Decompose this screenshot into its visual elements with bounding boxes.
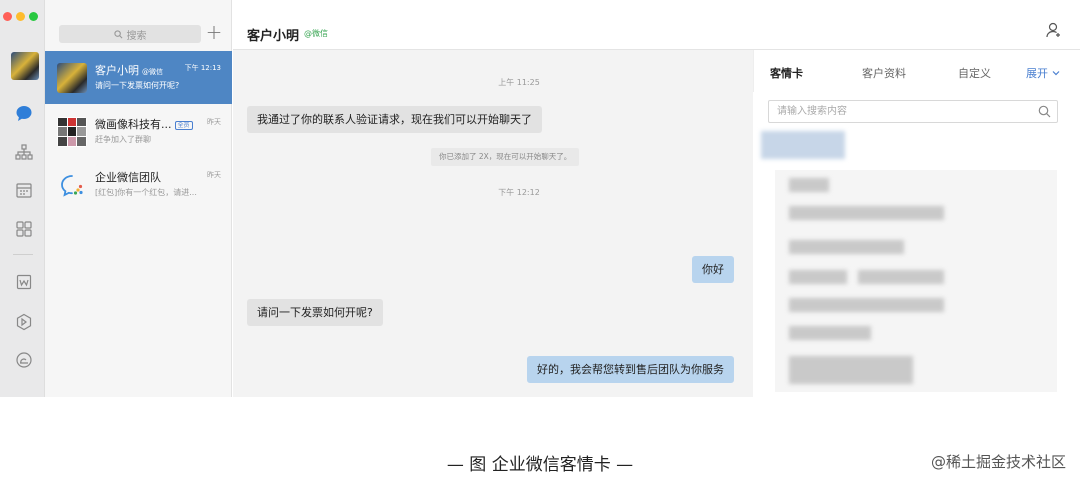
hexagon-icon[interactable] (13, 311, 35, 333)
search-icon[interactable] (1038, 105, 1051, 118)
search-placeholder: 搜索 (126, 30, 147, 42)
wechat-tag: @微信 (304, 29, 328, 38)
panel-search-input[interactable]: 请输入搜索内容 (768, 100, 1058, 123)
org-icon[interactable] (13, 141, 35, 163)
all-members-badge: 全员 (174, 120, 193, 130)
chevron-down-icon (1052, 71, 1059, 76)
window-controls (3, 12, 38, 21)
timestamp: 上午 11:25 (498, 78, 540, 87)
list-item-preview: [红包]你有一个红包，请进... (95, 187, 197, 197)
redacted-line (789, 270, 847, 284)
group-avatar (57, 116, 87, 147)
redacted-line (789, 356, 913, 384)
customer-info-panel: 客情卡 客户资料 自定义 展开 请输入搜索内容 (753, 0, 1080, 397)
apps-icon[interactable] (13, 218, 35, 240)
redacted-line (789, 298, 944, 312)
list-item-time: 昨天 (207, 170, 221, 179)
icon-rail (0, 0, 45, 397)
message-bubble-sent[interactable]: 好的，我会帮您转到售后团队为你服务 (527, 356, 734, 383)
redacted-line (789, 178, 829, 192)
list-item-customer-xiaoming[interactable]: 客户小明 @微信 下午 12:13 请问一下发票如何开呢? (45, 51, 232, 104)
calendar-icon[interactable] (13, 179, 35, 201)
redacted-line (858, 270, 944, 284)
my-avatar[interactable] (11, 52, 39, 80)
profile-icon[interactable] (1046, 22, 1062, 38)
watermark: @稀土掘金技术社区 (930, 453, 1066, 471)
avatar (57, 62, 87, 93)
tab-custom[interactable]: 自定义 (958, 65, 991, 81)
tab-customer-card[interactable]: 客情卡 (770, 65, 803, 81)
list-item-preview: 赶争加入了群聊 (95, 134, 151, 144)
wechat-tag: @微信 (142, 67, 163, 76)
redacted-tag (761, 131, 845, 159)
rail-divider (13, 254, 33, 255)
add-button[interactable]: + (205, 20, 223, 44)
wecom-logo-icon (61, 174, 83, 197)
list-item-name: 企业微信团队 (95, 170, 161, 184)
list-item-preview: 请问一下发票如何开呢? (95, 80, 180, 90)
conversation-list: 搜索 + 客户小明 @微信 下午 12:13 请问一下发票如何开呢? 微画像科技有… (45, 0, 232, 397)
redacted-line (789, 206, 944, 220)
list-item-name: 客户小明 @微信 (95, 63, 163, 77)
list-item-group[interactable]: 微画像科技有... 全员 昨天 赶争加入了群聊 (45, 105, 232, 158)
redacted-line (789, 326, 871, 340)
search-icon (113, 29, 122, 38)
panel-header (753, 0, 1080, 50)
wecom-window: 搜索 + 客户小明 @微信 下午 12:13 请问一下发票如何开呢? 微画像科技有… (0, 0, 1080, 397)
redacted-line (789, 240, 904, 254)
expand-button[interactable]: 展开 (1026, 65, 1060, 81)
tab-customer-profile[interactable]: 客户资料 (862, 65, 906, 81)
search-input[interactable]: 搜索 (59, 25, 201, 43)
chat-header: 客户小明 @微信 (233, 0, 753, 50)
expand-label: 展开 (1026, 67, 1048, 80)
close-window-button[interactable] (3, 12, 12, 21)
list-item-time: 下午 12:13 (184, 63, 221, 72)
figure-caption: — 图 企业微信客情卡 — (446, 455, 634, 475)
message-bubble-received[interactable]: 请问一下发票如何开呢? (247, 299, 383, 326)
list-item-wecom-team[interactable]: 企业微信团队 昨天 [红包]你有一个红包，请进... (45, 158, 232, 211)
panel-tabs: 客情卡 客户资料 自定义 展开 (753, 50, 1080, 92)
chat-title: 客户小明 (247, 29, 300, 44)
list-item-name: 微画像科技有... 全员 (95, 116, 193, 132)
panel-search-placeholder: 请输入搜索内容 (777, 106, 847, 117)
maximize-window-button[interactable] (29, 12, 38, 21)
list-item-time: 昨天 (207, 117, 221, 126)
timestamp: 下午 12:12 (498, 188, 540, 197)
message-bubble-received[interactable]: 我通过了你的联系人验证请求，现在我们可以开始聊天了 (247, 106, 542, 133)
message-bubble-sent[interactable]: 你好 (692, 256, 734, 283)
wecom-team-avatar (57, 170, 87, 200)
chat-icon[interactable] (13, 102, 35, 124)
minimize-window-button[interactable] (16, 12, 25, 21)
cloud-icon[interactable] (13, 349, 35, 371)
doc-icon[interactable] (13, 271, 35, 293)
chat-pane: 客户小明 @微信 上午 11:25 我通过了你的联系人验证请求，现在我们可以开始… (233, 0, 753, 397)
system-notice: 你已添加了 2X，现在可以开始聊天了。 (431, 148, 580, 166)
